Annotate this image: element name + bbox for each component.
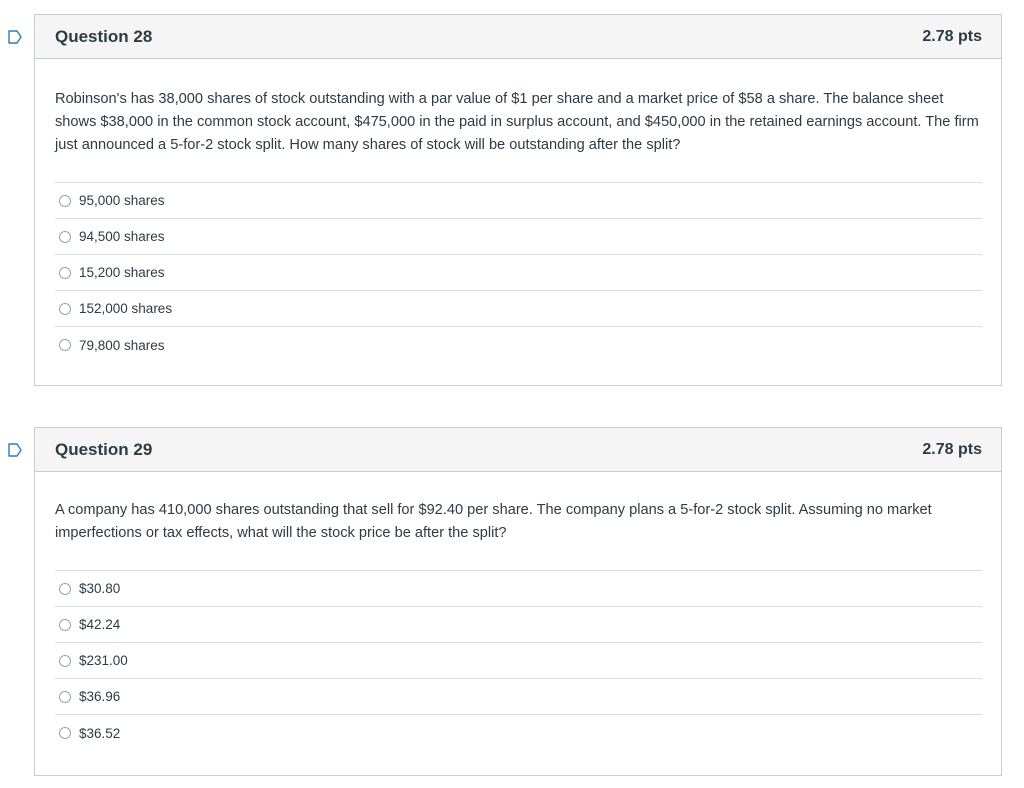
question-text: A company has 410,000 shares outstanding… bbox=[55, 502, 932, 541]
answer-label[interactable]: $42.24 bbox=[79, 617, 120, 632]
question-header: Question 29 2.78 pts bbox=[35, 428, 1001, 472]
question-title: Question 29 bbox=[55, 439, 153, 459]
answer-option[interactable]: 15,200 shares bbox=[55, 255, 982, 291]
radio-button-icon[interactable] bbox=[59, 690, 71, 703]
question-title: Question 28 bbox=[55, 26, 153, 46]
answer-list: $30.80 $42.24 $231.00 $36.96 $36.52 bbox=[55, 570, 982, 751]
radio-button-icon[interactable] bbox=[59, 582, 71, 595]
answer-list: 95,000 shares 94,500 shares 15,200 share… bbox=[55, 182, 982, 363]
answer-label[interactable]: $231.00 bbox=[79, 653, 128, 668]
answer-option[interactable]: $36.96 bbox=[55, 679, 982, 715]
answer-label[interactable]: 95,000 shares bbox=[79, 193, 165, 208]
answer-option[interactable]: 152,000 shares bbox=[55, 291, 982, 327]
radio-button-icon[interactable] bbox=[59, 654, 71, 667]
question-points: 2.78 pts bbox=[922, 27, 982, 45]
answer-label[interactable]: 152,000 shares bbox=[79, 301, 172, 316]
answer-option[interactable]: $231.00 bbox=[55, 643, 982, 679]
flag-question-icon[interactable] bbox=[7, 29, 23, 45]
radio-button-icon[interactable] bbox=[59, 302, 71, 315]
flag-question-icon[interactable] bbox=[7, 442, 23, 458]
answer-option[interactable]: $30.80 bbox=[55, 571, 982, 607]
question-29: Question 29 2.78 pts A company has 410,0… bbox=[8, 427, 1002, 776]
answer-label[interactable]: $36.96 bbox=[79, 689, 120, 704]
radio-button-icon[interactable] bbox=[59, 230, 71, 243]
radio-button-icon[interactable] bbox=[59, 266, 71, 279]
answer-label[interactable]: 79,800 shares bbox=[79, 338, 165, 353]
question-header: Question 28 2.78 pts bbox=[35, 15, 1001, 59]
answer-label[interactable]: 15,200 shares bbox=[79, 265, 165, 280]
radio-button-icon[interactable] bbox=[59, 618, 71, 631]
question-text: Robinson's has 38,000 shares of stock ou… bbox=[55, 91, 979, 153]
question-points: 2.78 pts bbox=[922, 440, 982, 458]
answer-label[interactable]: $30.80 bbox=[79, 581, 120, 596]
answer-option[interactable]: 94,500 shares bbox=[55, 219, 982, 255]
answer-label[interactable]: $36.52 bbox=[79, 726, 120, 741]
answer-option[interactable]: $42.24 bbox=[55, 607, 982, 643]
radio-button-icon[interactable] bbox=[59, 727, 71, 739]
answer-option[interactable]: $36.52 bbox=[55, 715, 982, 751]
question-body: A company has 410,000 shares outstanding… bbox=[35, 472, 1001, 751]
radio-button-icon[interactable] bbox=[59, 194, 71, 207]
answer-option[interactable]: 79,800 shares bbox=[55, 327, 982, 363]
question-body: Robinson's has 38,000 shares of stock ou… bbox=[35, 59, 1001, 363]
answer-label[interactable]: 94,500 shares bbox=[79, 229, 165, 244]
radio-button-icon[interactable] bbox=[59, 339, 71, 351]
answer-option[interactable]: 95,000 shares bbox=[55, 183, 982, 219]
question-28: Question 28 2.78 pts Robinson's has 38,0… bbox=[8, 14, 1002, 386]
